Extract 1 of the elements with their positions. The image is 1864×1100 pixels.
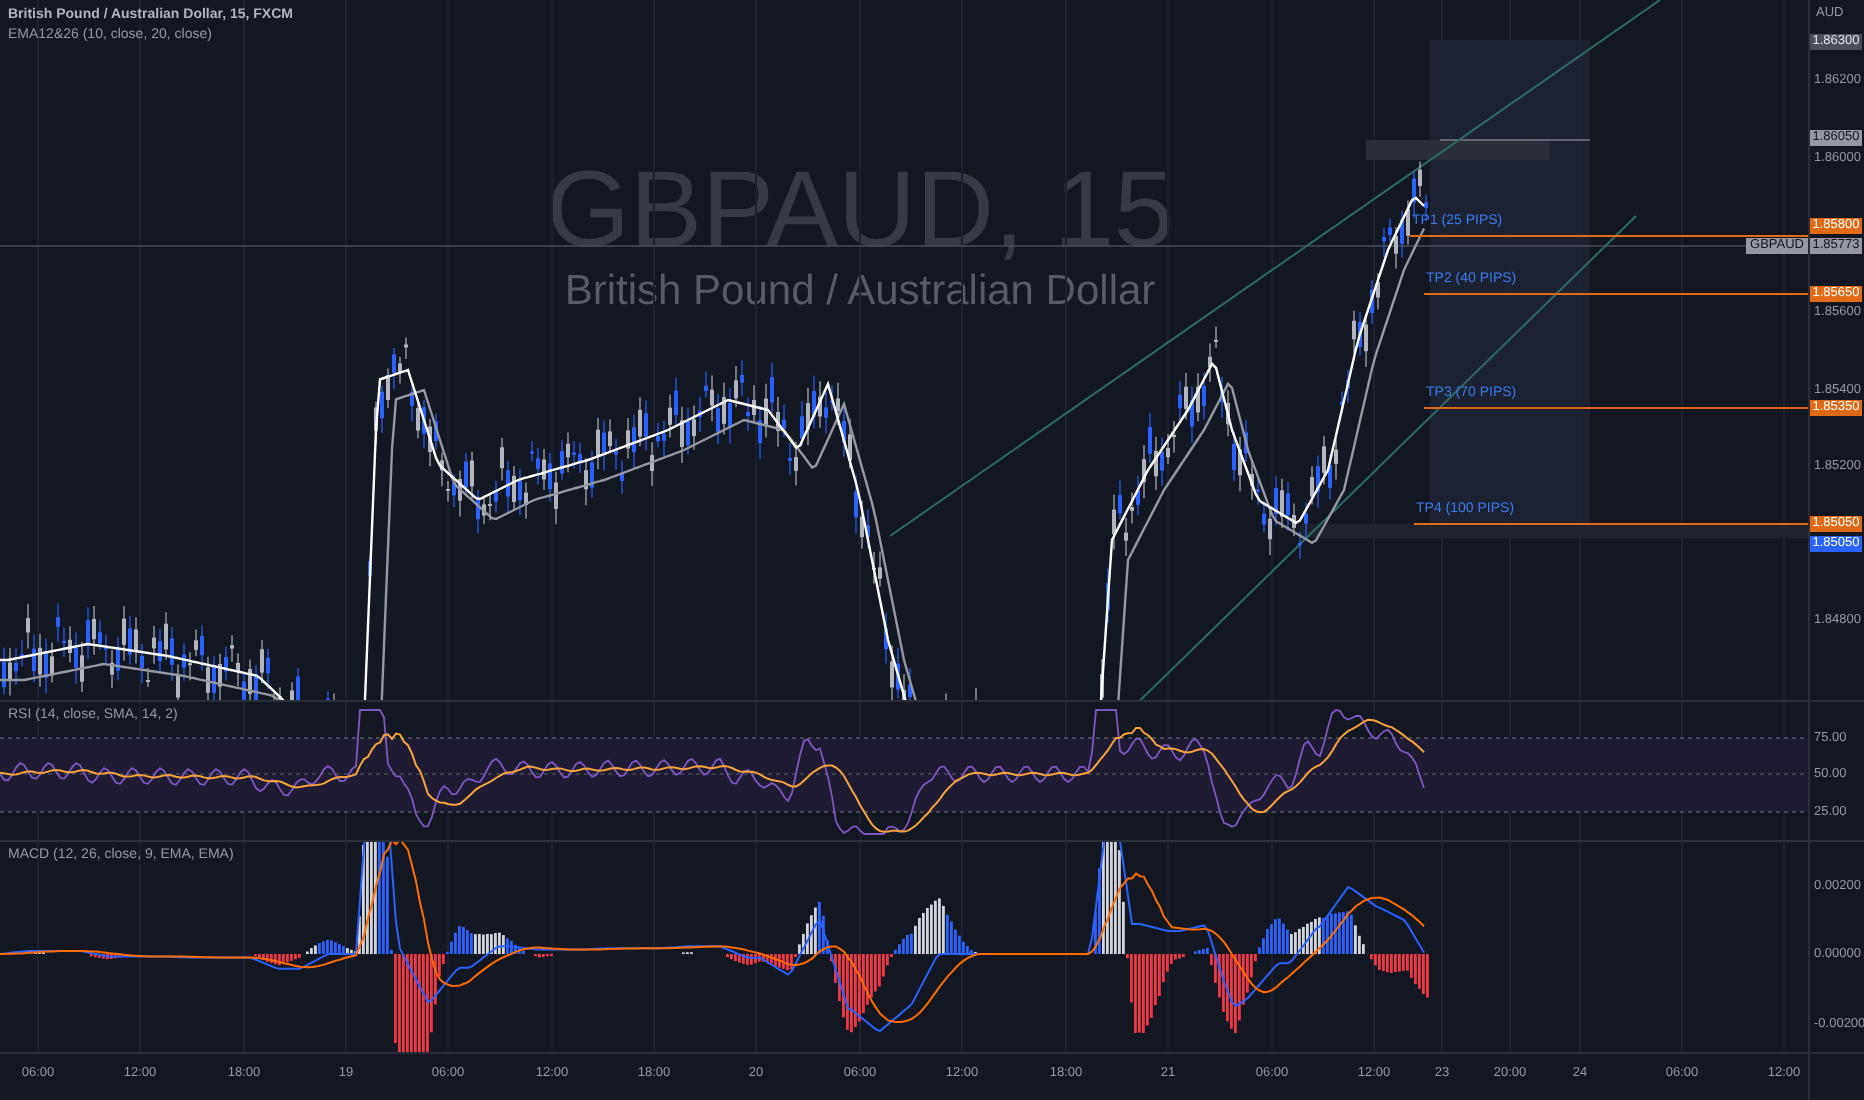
description-watermark: British Pound / Australian Dollar bbox=[564, 268, 1156, 316]
